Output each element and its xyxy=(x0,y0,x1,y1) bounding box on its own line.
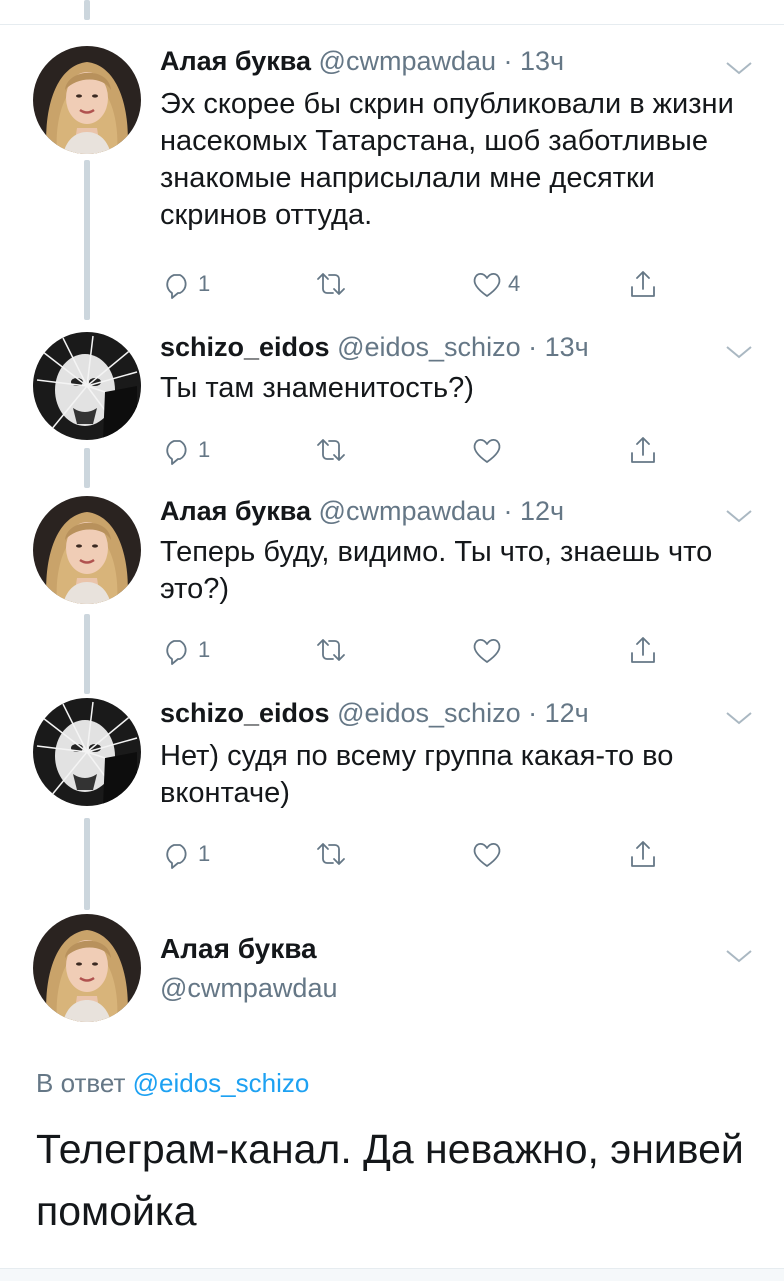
share-icon xyxy=(631,637,655,663)
tweet-header: Алая буква @cwmpawdau · 13ч xyxy=(160,46,564,77)
share-button[interactable] xyxy=(626,836,660,872)
bottom-divider xyxy=(0,1268,784,1281)
tweet-text: Теперь буду, видимо. Ты что, знаешь что … xyxy=(160,536,713,605)
tweet-actions: 1 4 xyxy=(160,266,680,306)
like-icon xyxy=(473,438,501,463)
share-icon xyxy=(631,437,655,463)
author-name[interactable]: Алая буква xyxy=(160,46,311,76)
tweet-actions: 1 xyxy=(160,432,680,472)
like-button[interactable] xyxy=(470,836,508,872)
avatar[interactable] xyxy=(33,332,141,440)
author-name[interactable]: Алая буква xyxy=(160,496,311,526)
chevron-down-icon[interactable] xyxy=(722,340,756,362)
avatar[interactable] xyxy=(33,496,141,604)
top-divider xyxy=(0,24,784,25)
share-icon xyxy=(631,271,655,297)
reply-button[interactable]: 1 xyxy=(160,632,210,668)
like-button[interactable]: 4 xyxy=(470,266,520,302)
thread-line xyxy=(84,448,90,488)
reply-count: 1 xyxy=(198,637,211,662)
retweet-button[interactable] xyxy=(314,836,352,872)
chevron-down-icon[interactable] xyxy=(722,504,756,526)
tweet-actions: 1 xyxy=(160,836,680,876)
tweet-actions: 1 xyxy=(160,632,680,672)
reply-icon xyxy=(166,844,187,869)
thread-line xyxy=(84,0,90,20)
tweet-text: Нет) судя по всему группа какая-то во вк… xyxy=(160,740,674,809)
reply-button[interactable]: 1 xyxy=(160,432,210,468)
retweet-icon xyxy=(317,439,345,461)
thread-line xyxy=(84,818,90,910)
like-button[interactable] xyxy=(470,432,508,468)
author-meta[interactable]: @eidos_schizo · 12ч xyxy=(337,698,589,728)
reply-count: 1 xyxy=(198,271,211,296)
like-count: 4 xyxy=(508,271,521,296)
avatar[interactable] xyxy=(33,698,141,806)
share-button[interactable] xyxy=(626,432,660,468)
avatar[interactable] xyxy=(33,914,141,1022)
like-button[interactable] xyxy=(470,632,508,668)
replying-to: В ответ @eidos_schizo xyxy=(36,1068,309,1099)
reply-icon xyxy=(166,274,187,299)
retweet-icon xyxy=(317,639,345,661)
like-icon xyxy=(473,272,501,297)
tweet-text: Эх скорее бы скрин опубликовали в жизни … xyxy=(160,88,734,231)
author-name[interactable]: Алая буква xyxy=(160,933,317,965)
thread-line xyxy=(84,614,90,694)
chevron-down-icon[interactable] xyxy=(722,56,756,78)
author-meta[interactable]: @eidos_schizo · 13ч xyxy=(337,332,589,362)
thread-line xyxy=(84,160,90,320)
tweet-header: schizo_eidos @eidos_schizo · 12ч xyxy=(160,698,589,729)
reply-count: 1 xyxy=(198,437,211,462)
retweet-button[interactable] xyxy=(314,432,352,468)
tweet-text: Ты там знаменитость?) xyxy=(160,372,474,404)
reply-button[interactable]: 1 xyxy=(160,266,210,302)
share-button[interactable] xyxy=(626,266,660,302)
share-button[interactable] xyxy=(626,632,660,668)
like-icon xyxy=(473,638,501,663)
author-handle[interactable]: @cwmpawdau xyxy=(160,973,337,1004)
chevron-down-icon[interactable] xyxy=(722,944,756,966)
replying-prefix: В ответ xyxy=(36,1068,126,1098)
chevron-down-icon[interactable] xyxy=(722,706,756,728)
reply-count: 1 xyxy=(198,841,211,866)
tweet-header: schizo_eidos @eidos_schizo · 13ч xyxy=(160,332,589,363)
reply-icon xyxy=(166,440,187,465)
reply-button[interactable]: 1 xyxy=(160,836,210,872)
like-icon xyxy=(473,842,501,867)
author-meta[interactable]: @cwmpawdau · 12ч xyxy=(319,496,565,526)
avatar[interactable] xyxy=(33,46,141,154)
mention-link[interactable]: @eidos_schizo xyxy=(133,1068,310,1098)
retweet-icon xyxy=(317,843,345,865)
tweet-header: Алая буква @cwmpawdau · 12ч xyxy=(160,496,564,527)
reply-icon xyxy=(166,640,187,665)
main-tweet-text: Телеграм-канал. Да неважно, энивей помой… xyxy=(36,1126,744,1234)
retweet-icon xyxy=(317,273,345,295)
share-icon xyxy=(631,841,655,867)
author-name[interactable]: schizo_eidos xyxy=(160,698,330,728)
retweet-button[interactable] xyxy=(314,266,352,302)
author-name[interactable]: schizo_eidos xyxy=(160,332,330,362)
author-meta[interactable]: @cwmpawdau · 13ч xyxy=(319,46,565,76)
retweet-button[interactable] xyxy=(314,632,352,668)
